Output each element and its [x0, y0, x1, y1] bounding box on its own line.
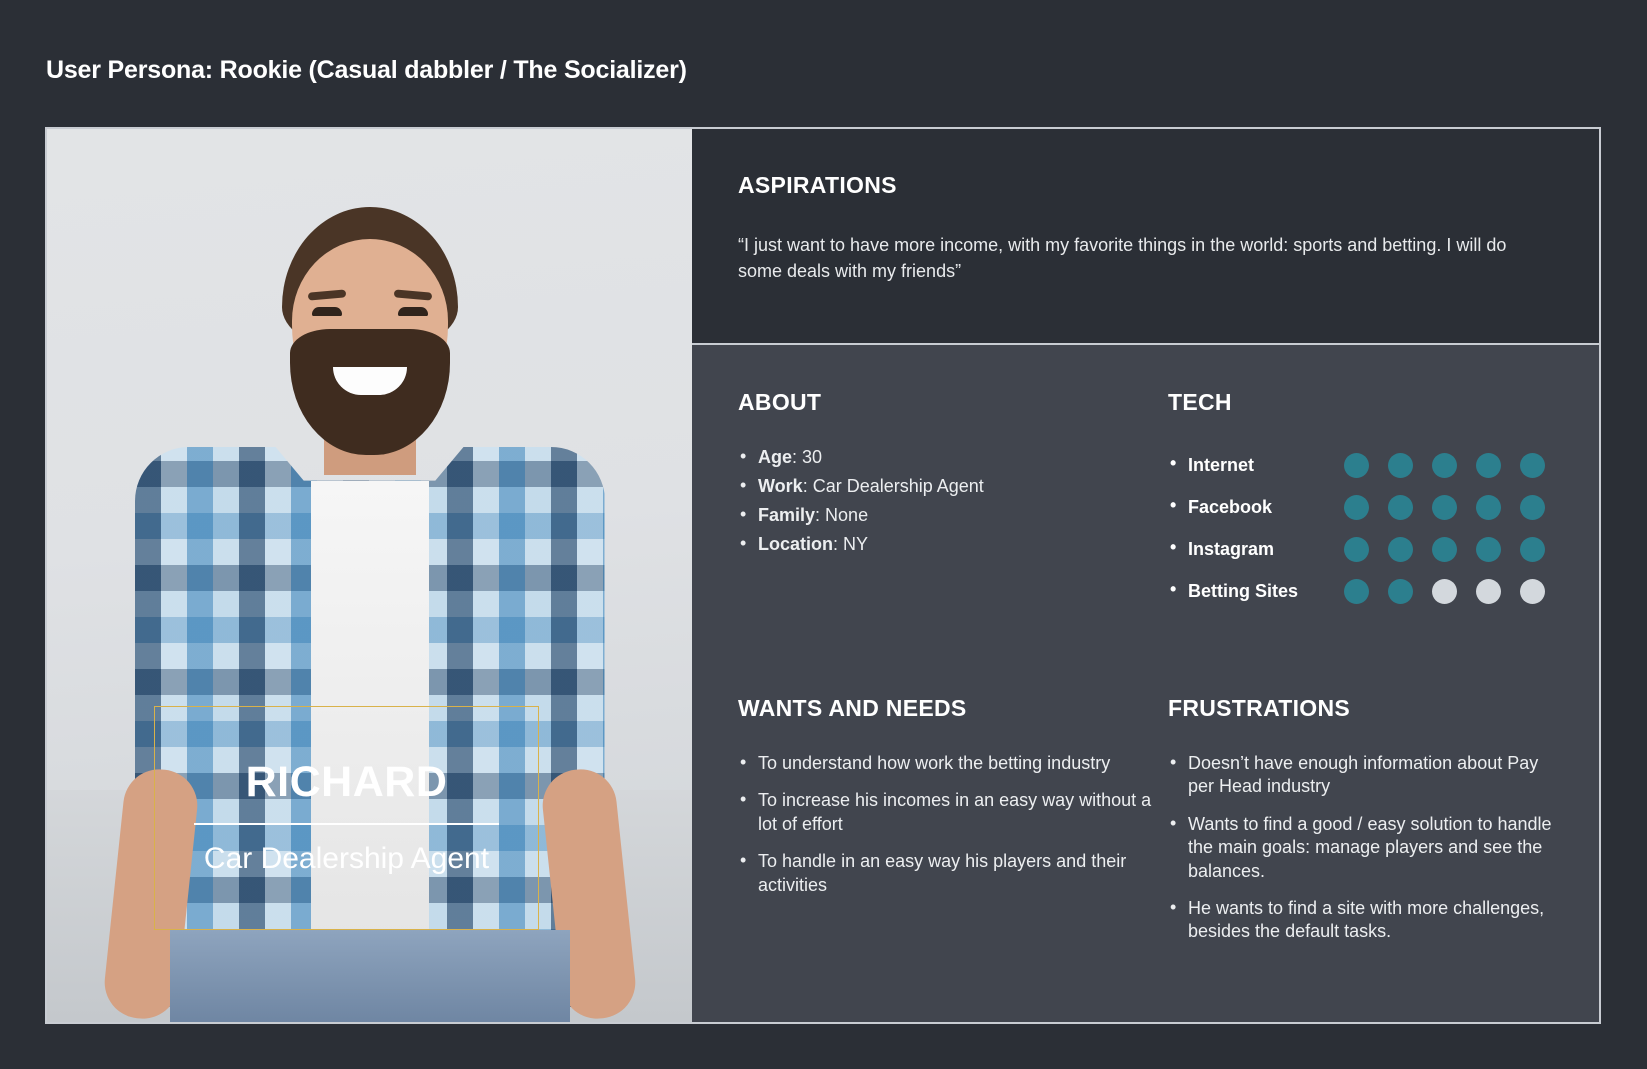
aspirations-quote: “I just want to have more income, with m… — [738, 235, 1507, 281]
tech-item-label: Betting Sites — [1168, 579, 1344, 602]
wants-and-needs-heading: WANTS AND NEEDS — [738, 695, 967, 721]
about-list: Age: 30 Work: Car Dealership Agent Famil… — [738, 445, 1168, 556]
rating-dot-empty — [1476, 578, 1501, 604]
tech-rating-dots — [1344, 536, 1545, 562]
list-item: Age: 30 — [738, 445, 1168, 469]
wants-and-needs-section: WANTS AND NEEDS To understand how work t… — [738, 685, 1168, 1022]
tech-rating-dots — [1344, 578, 1545, 604]
tech-row: Internet — [1168, 444, 1553, 486]
list-item: To increase his incomes in an easy way w… — [738, 788, 1168, 836]
tech-item-label: Instagram — [1168, 537, 1344, 560]
aspirations-heading: ASPIRATIONS — [738, 172, 897, 198]
rating-dot-filled — [1476, 452, 1501, 478]
list-item: Doesn’t have enough information about Pa… — [1168, 751, 1553, 799]
list-item: Family: None — [738, 503, 1168, 527]
persona-role: Car Dealership Agent — [203, 841, 490, 875]
persona-photo-panel: RICHARD Car Dealership Agent — [47, 129, 692, 1022]
rating-dot-filled — [1344, 494, 1369, 520]
page-title: User Persona: Rookie (Casual dabbler / T… — [46, 56, 687, 84]
rating-dot-filled — [1432, 452, 1457, 478]
tech-list: Internet Facebook Instagram Betting — [1168, 444, 1553, 612]
rating-dot-empty — [1432, 578, 1457, 604]
tech-item-label: Internet — [1168, 453, 1344, 476]
list-item: Location: NY — [738, 532, 1168, 556]
persona-name: RICHARD — [245, 757, 448, 806]
tech-heading: TECH — [1168, 389, 1232, 415]
wants-and-needs-list: To understand how work the betting indus… — [738, 751, 1168, 897]
about-item-separator: : — [815, 505, 826, 526]
about-item-value: Car Dealership Agent — [812, 476, 984, 497]
rating-dot-filled — [1344, 536, 1369, 562]
tech-item-label: Facebook — [1168, 495, 1344, 518]
rating-dot-filled — [1520, 536, 1545, 562]
about-item-label: Age — [758, 447, 793, 467]
about-item-label: Family — [758, 505, 816, 526]
rating-dot-filled — [1388, 578, 1413, 604]
about-section: ABOUT Age: 30 Work: Car Dealership Agent… — [738, 389, 1168, 685]
list-item: To understand how work the betting indus… — [738, 751, 1168, 775]
rating-dot-filled — [1476, 494, 1501, 520]
rating-dot-filled — [1388, 452, 1413, 478]
about-item-separator: : — [792, 447, 803, 467]
rating-dot-filled — [1388, 494, 1413, 520]
tech-row: Betting Sites — [1168, 570, 1553, 612]
about-item-value: NY — [843, 534, 869, 555]
about-heading: ABOUT — [738, 389, 822, 415]
persona-card: RICHARD Car Dealership Agent ASPIRATIONS… — [45, 127, 1601, 1024]
left-eye — [311, 307, 342, 316]
tech-row: Instagram — [1168, 528, 1553, 570]
rating-dot-filled — [1520, 452, 1545, 478]
name-divider — [194, 822, 499, 825]
jeans — [169, 930, 570, 1022]
tech-rating-dots — [1344, 494, 1545, 520]
tech-rating-dots — [1344, 452, 1545, 478]
list-item: To handle in an easy way his players and… — [738, 849, 1168, 897]
list-item: He wants to find a site with more challe… — [1168, 896, 1553, 944]
about-item-label: Location — [758, 534, 833, 555]
about-item-separator: : — [802, 476, 813, 497]
about-item-label: Work — [758, 476, 803, 497]
rating-dot-filled — [1432, 494, 1457, 520]
list-item: Work: Car Dealership Agent — [738, 474, 1168, 498]
persona-attributes-grid: ABOUT Age: 30 Work: Car Dealership Agent… — [692, 345, 1599, 1022]
frustrations-list: Doesn’t have enough information about Pa… — [1168, 751, 1553, 944]
persona-name-overlay: RICHARD Car Dealership Agent — [154, 706, 539, 930]
about-item-value: 30 — [802, 447, 823, 467]
rating-dot-filled — [1432, 536, 1457, 562]
list-item: Wants to find a good / easy solution to … — [1168, 812, 1553, 883]
right-eye — [397, 307, 428, 316]
rating-dot-filled — [1388, 536, 1413, 562]
tech-row: Facebook — [1168, 486, 1553, 528]
rating-dot-filled — [1344, 578, 1369, 604]
persona-details-panel: ASPIRATIONS “I just want to have more in… — [692, 129, 1599, 1022]
rating-dot-filled — [1520, 494, 1545, 520]
aspirations-section: ASPIRATIONS “I just want to have more in… — [692, 129, 1599, 345]
tech-section: TECH Internet Facebook Instagram — [1168, 389, 1553, 685]
rating-dot-empty — [1520, 578, 1545, 604]
rating-dot-filled — [1476, 536, 1501, 562]
about-item-value: None — [825, 505, 869, 526]
rating-dot-filled — [1344, 452, 1369, 478]
persona-page: User Persona: Rookie (Casual dabbler / T… — [0, 0, 1647, 1069]
frustrations-heading: FRUSTRATIONS — [1168, 695, 1351, 721]
about-item-separator: : — [833, 534, 844, 555]
frustrations-section: FRUSTRATIONS Doesn’t have enough informa… — [1168, 685, 1553, 1022]
